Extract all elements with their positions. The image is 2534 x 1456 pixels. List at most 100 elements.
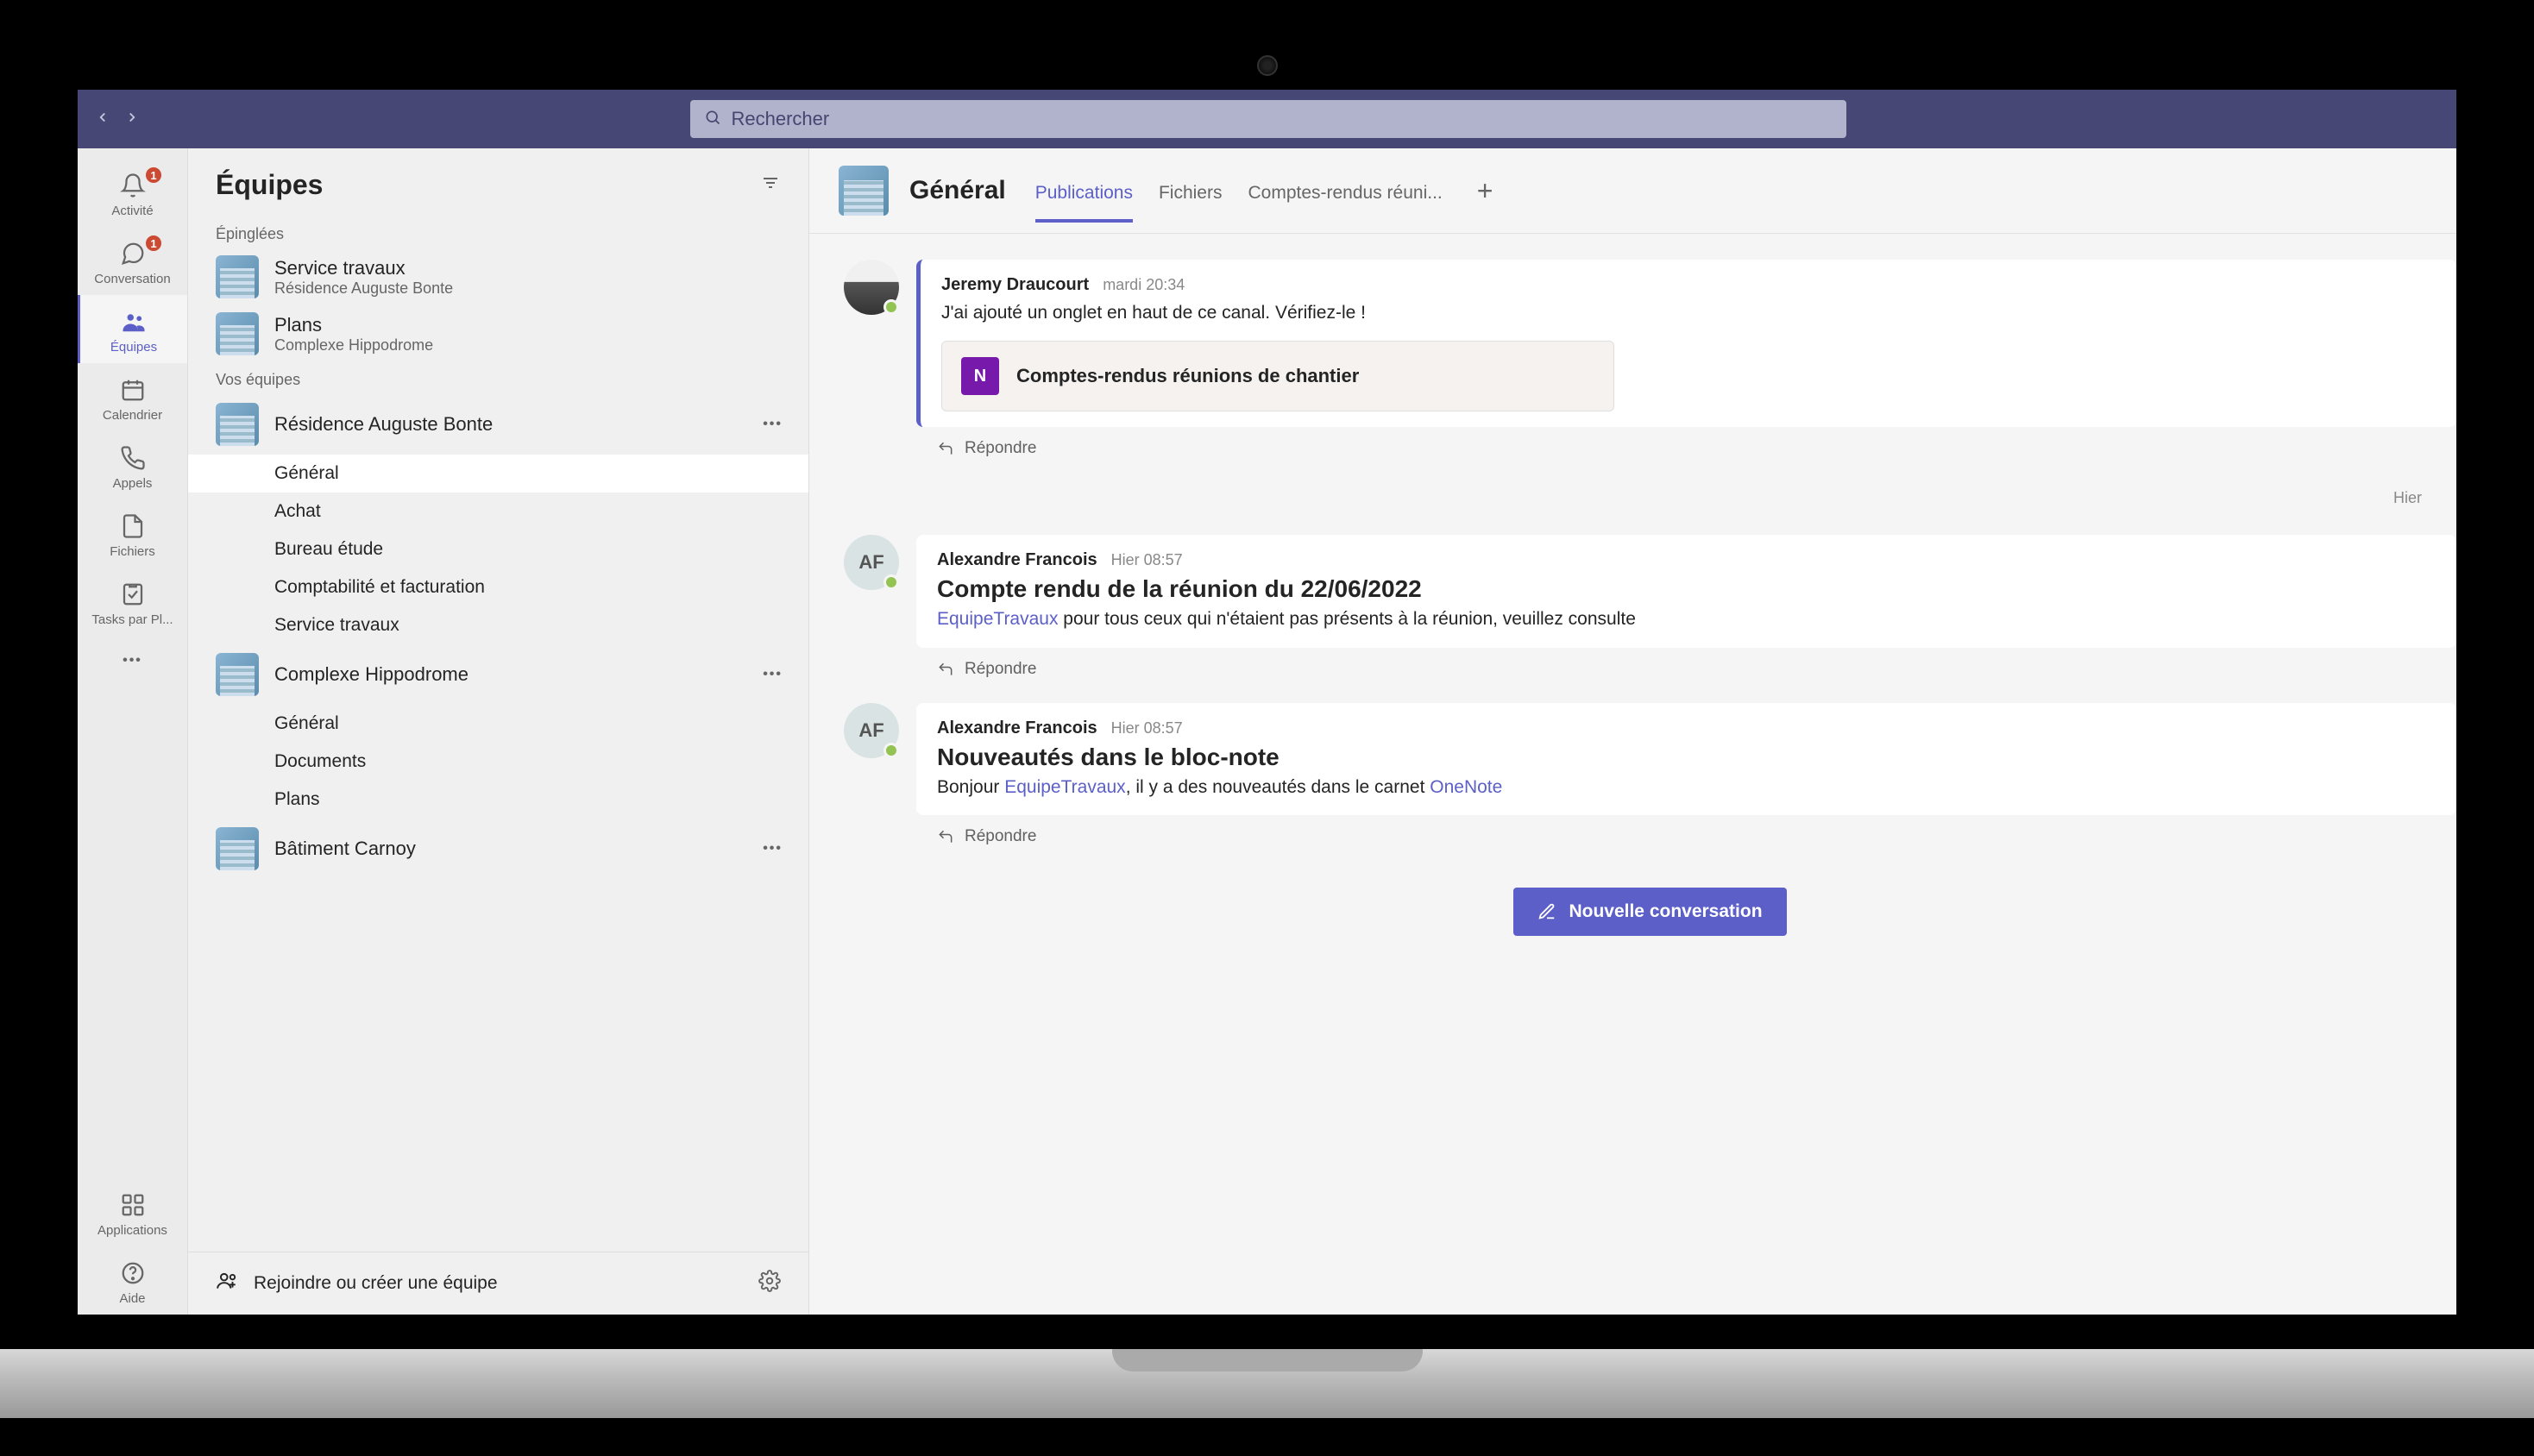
rail-activity[interactable]: 1 Activité xyxy=(78,159,187,227)
message-card[interactable]: Jeremy Draucourt mardi 20:34 J'ai ajouté… xyxy=(916,260,2456,427)
team-row[interactable]: Complexe Hippodrome ••• xyxy=(188,644,808,705)
reply-label: Répondre xyxy=(965,660,1036,679)
filter-icon[interactable] xyxy=(760,173,781,198)
search-box[interactable] xyxy=(690,100,1846,138)
tab-publications[interactable]: Publications xyxy=(1035,176,1133,223)
reply-button[interactable]: Répondre xyxy=(916,815,2456,850)
channel-item[interactable]: Général xyxy=(188,705,808,743)
rail-files[interactable]: Fichiers xyxy=(78,499,187,568)
forward-button[interactable] xyxy=(124,110,140,129)
rail-tasks[interactable]: Tasks par Pl... xyxy=(78,568,187,636)
message-body: Bonjour EquipeTravaux, il y a des nouvea… xyxy=(937,775,2436,800)
teams-icon xyxy=(119,307,148,336)
channel-tabs: Publications Fichiers Comptes-rendus réu… xyxy=(1035,175,1493,207)
rail-chat[interactable]: 1 Conversation xyxy=(78,227,187,295)
message-body: J'ai ajouté un onglet en haut de ce cana… xyxy=(941,300,2436,325)
search-input[interactable] xyxy=(732,108,1833,130)
help-icon xyxy=(118,1258,148,1288)
rail-label: Calendrier xyxy=(103,408,162,423)
team-row[interactable]: Bâtiment Carnoy ••• xyxy=(188,819,808,879)
mention[interactable]: EquipeTravaux xyxy=(937,609,1058,629)
reply-button[interactable]: Répondre xyxy=(916,427,2456,461)
rail-label: Aide xyxy=(119,1291,145,1306)
reply-label: Répondre xyxy=(965,827,1036,846)
screen-bezel: 1 Activité 1 Conversation Équipes C xyxy=(35,38,2499,1349)
onenote-icon: N xyxy=(961,357,999,395)
back-button[interactable] xyxy=(95,110,110,129)
rail-help[interactable]: Aide xyxy=(78,1246,187,1315)
channel-avatar xyxy=(839,166,889,216)
pinned-label: Épinglées xyxy=(188,217,808,248)
channel-item[interactable]: Bureau étude xyxy=(188,530,808,568)
channel-item[interactable]: Documents xyxy=(188,743,808,781)
date-divider: Hier xyxy=(844,482,2456,514)
reply-label: Répondre xyxy=(965,439,1036,458)
rail-teams[interactable]: Équipes xyxy=(78,295,187,363)
message: AF Alexandre Francois Hier 08:57 Nouveau… xyxy=(844,703,2456,850)
app-body: 1 Activité 1 Conversation Équipes C xyxy=(78,148,2456,1315)
reply-button[interactable]: Répondre xyxy=(916,648,2456,682)
avatar xyxy=(844,260,899,315)
presence-indicator xyxy=(883,299,899,315)
message-title: Nouveautés dans le bloc-note xyxy=(937,744,2436,771)
channel-item[interactable]: Achat xyxy=(188,493,808,530)
channel-header: Général Publications Fichiers Comptes-re… xyxy=(809,148,2456,234)
rail-label: Fichiers xyxy=(110,544,155,559)
link[interactable]: OneNote xyxy=(1430,777,1502,797)
rail-calls[interactable]: Appels xyxy=(78,431,187,499)
search-icon xyxy=(704,109,721,130)
channel-item[interactable]: Plans xyxy=(188,781,808,819)
presence-indicator xyxy=(883,743,899,758)
teams-header: Équipes xyxy=(188,148,808,217)
pinned-sub: Résidence Auguste Bonte xyxy=(274,279,453,298)
new-conversation-button[interactable]: Nouvelle conversation xyxy=(1513,888,1786,936)
team-name: Résidence Auguste Bonte xyxy=(274,413,742,436)
gear-icon[interactable] xyxy=(758,1270,781,1297)
rail-apps[interactable]: Applications xyxy=(78,1178,187,1246)
calendar-icon xyxy=(118,375,148,405)
channel-item[interactable]: Général xyxy=(188,455,808,493)
rail-label: Tasks par Pl... xyxy=(91,612,173,627)
channel-item[interactable]: Service travaux xyxy=(188,606,808,644)
rail-more[interactable]: ••• xyxy=(123,636,142,686)
message-body: EquipeTravaux pour tous ceux qui n'étaie… xyxy=(937,606,2436,631)
app-rail: 1 Activité 1 Conversation Équipes C xyxy=(78,148,188,1315)
message-time: Hier 08:57 xyxy=(1111,551,1183,569)
new-conversation-label: Nouvelle conversation xyxy=(1569,901,1762,922)
tab-meeting-reports[interactable]: Comptes-rendus réuni... xyxy=(1248,176,1442,223)
laptop-frame: 1 Activité 1 Conversation Équipes C xyxy=(35,38,2499,1418)
more-icon[interactable]: ••• xyxy=(758,667,788,682)
mention[interactable]: EquipeTravaux xyxy=(1004,777,1125,797)
channel-item[interactable]: Comptabilité et facturation xyxy=(188,568,808,606)
message-card[interactable]: Alexandre Francois Hier 08:57 Nouveautés… xyxy=(916,703,2456,815)
pinned-item[interactable]: Plans Complexe Hippodrome xyxy=(188,305,808,362)
team-name: Complexe Hippodrome xyxy=(274,663,742,686)
tab-files[interactable]: Fichiers xyxy=(1159,176,1223,223)
more-icon[interactable]: ••• xyxy=(758,841,788,857)
attachment-card[interactable]: N Comptes-rendus réunions de chantier xyxy=(941,341,1614,411)
team-avatar xyxy=(216,403,259,446)
rail-label: Activité xyxy=(111,204,153,218)
laptop-base xyxy=(0,1349,2534,1418)
message-time: Hier 08:57 xyxy=(1111,719,1183,737)
app-window: 1 Activité 1 Conversation Équipes C xyxy=(78,90,2456,1315)
pinned-item[interactable]: Service travaux Résidence Auguste Bonte xyxy=(188,248,808,305)
pinned-title: Plans xyxy=(274,314,433,336)
join-team-label: Rejoindre ou créer une équipe xyxy=(254,1273,498,1294)
join-team-row[interactable]: Rejoindre ou créer une équipe xyxy=(188,1252,808,1315)
add-tab-button[interactable]: + xyxy=(1477,175,1493,207)
presence-indicator xyxy=(883,574,899,590)
avatar: AF xyxy=(844,703,899,758)
more-icon[interactable]: ••• xyxy=(758,417,788,432)
message-card[interactable]: Alexandre Francois Hier 08:57 Compte ren… xyxy=(916,535,2456,647)
team-avatar xyxy=(216,255,259,298)
message: Jeremy Draucourt mardi 20:34 J'ai ajouté… xyxy=(844,260,2456,461)
team-avatar xyxy=(216,312,259,355)
rail-calendar[interactable]: Calendrier xyxy=(78,363,187,431)
rail-label: Conversation xyxy=(94,272,170,286)
message-title: Compte rendu de la réunion du 22/06/2022 xyxy=(937,575,2436,603)
your-teams-label: Vos équipes xyxy=(188,362,808,394)
chat-icon xyxy=(118,239,148,268)
channel-title: Général xyxy=(909,176,1006,205)
team-row[interactable]: Résidence Auguste Bonte ••• xyxy=(188,394,808,455)
